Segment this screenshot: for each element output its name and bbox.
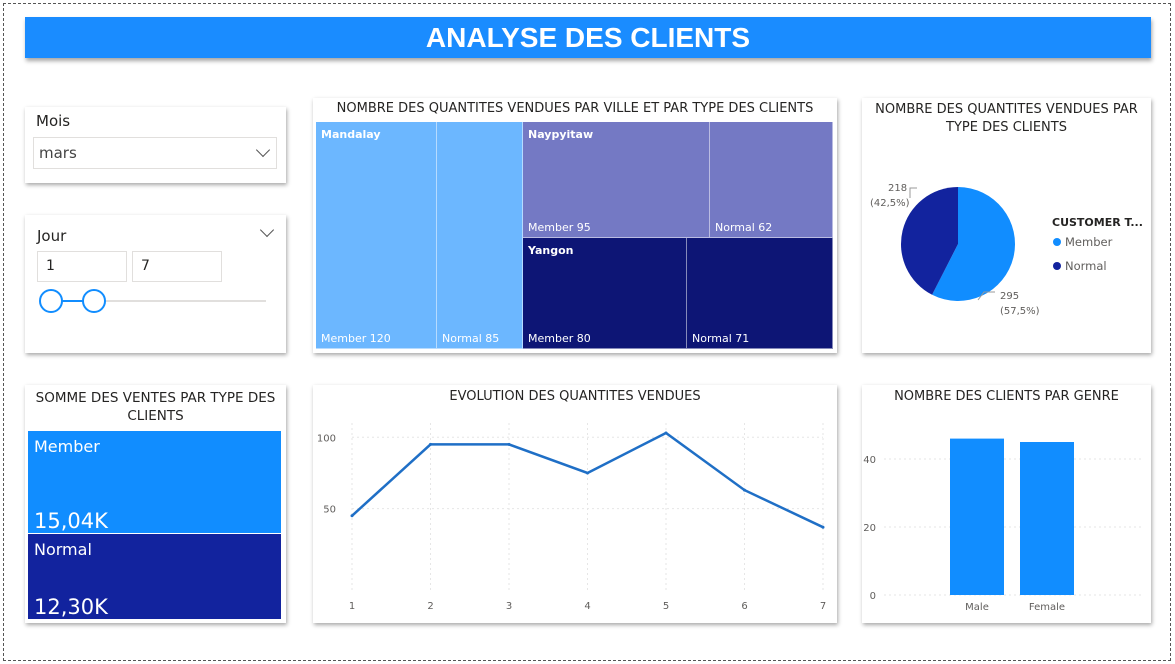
- bar-xtick-label: Female: [1029, 602, 1065, 613]
- pie-percent-label-normal: (42,5%): [870, 198, 910, 209]
- line-xtick-label: 6: [741, 601, 747, 612]
- chevron-down-icon[interactable]: [255, 142, 271, 158]
- line-card: EVOLUTION DES QUANTITES VENDUES 50 100 1 2 3…: [313, 385, 837, 623]
- treemap-value-label: Member 120: [321, 332, 391, 345]
- chevron-down-icon[interactable]: [259, 222, 275, 238]
- day-slicer: Jour 1 7: [25, 215, 286, 353]
- line-xtick-label: 3: [506, 601, 512, 612]
- pie-legend-title: CUSTOMER T...: [1052, 216, 1143, 229]
- month-slicer: Mois mars: [25, 107, 286, 183]
- bar-female: [1020, 442, 1074, 595]
- day-range-slider[interactable]: [25, 283, 286, 323]
- treemap-tile-mandalay-member[interactable]: Mandalay Member 120: [316, 122, 437, 349]
- treemap-tile-yangon-normal[interactable]: Normal 71: [687, 238, 833, 349]
- treemap-city-label: Mandalay: [321, 128, 381, 141]
- line-ytick-label: 100: [317, 433, 336, 444]
- treemap-value-label: Normal 85: [442, 332, 500, 345]
- line-point: [507, 442, 511, 446]
- line-point: [821, 525, 825, 529]
- pie-legend-member[interactable]: Member: [1053, 235, 1112, 249]
- month-dropdown[interactable]: mars: [33, 137, 277, 169]
- kpi-normal-value: 12,30K: [34, 595, 108, 619]
- line-xtick-label: 4: [584, 601, 590, 612]
- line-point: [350, 514, 354, 518]
- day-max-input[interactable]: 7: [132, 251, 222, 282]
- line-xtick-label: 2: [427, 601, 433, 612]
- treemap-value-label: Member 95: [528, 221, 591, 234]
- treemap-city-label: Yangon: [528, 244, 574, 257]
- treemap-tile-yangon-member[interactable]: Yangon Member 80: [523, 238, 687, 349]
- kpi-member-label: Member: [34, 437, 100, 456]
- pie-percent-label-member: (57,5%): [1000, 306, 1040, 317]
- bar-ytick-label: 0: [870, 591, 876, 602]
- legend-dot-icon: [1053, 238, 1061, 246]
- pie-value-label-member: 295: [1000, 291, 1019, 302]
- pie-card: NOMBRE DES QUANTITES VENDUES PAR TYPE DE…: [862, 98, 1151, 353]
- line-xtick-label: 7: [820, 601, 826, 612]
- day-min-input[interactable]: 1: [37, 251, 127, 282]
- kpi-title: SOMME DES VENTES PAR TYPE DES CLIENTS: [35, 390, 276, 424]
- line-point: [586, 471, 589, 475]
- kpi-member-tile[interactable]: Member 15,04K: [28, 431, 281, 533]
- treemap-card: NOMBRE DES QUANTITES VENDUES PAR VILLE E…: [313, 98, 837, 353]
- kpi-member-value: 15,04K: [34, 509, 108, 533]
- bar-ytick-label: 40: [863, 455, 876, 466]
- bar-card: NOMBRE DES CLIENTS PAR GENRE 0 20 40 Male Fe…: [862, 385, 1151, 623]
- kpi-normal-label: Normal: [34, 540, 92, 559]
- treemap-tile-mandalay-normal[interactable]: Normal 85: [437, 122, 523, 349]
- month-slicer-label: Mois: [36, 112, 71, 130]
- treemap-tile-naypyitaw-normal[interactable]: Normal 62: [710, 122, 833, 238]
- line-point: [743, 488, 746, 492]
- pie-legend-normal-label: Normal: [1065, 259, 1107, 273]
- slider-handle-min: [39, 289, 63, 313]
- treemap-tile-naypyitaw-member[interactable]: Naypyitaw Member 95: [523, 122, 710, 238]
- pie-legend-member-label: Member: [1065, 235, 1113, 249]
- bar-xtick-label: Male: [965, 602, 989, 613]
- slider-handle-max: [82, 289, 106, 313]
- treemap-value-label: Member 80: [528, 332, 591, 345]
- pie-value-label-normal: 218: [888, 183, 907, 194]
- line-point: [664, 431, 668, 435]
- bar-chart: 0 20 40 Male Female: [863, 438, 1142, 613]
- line-ytick-label: 50: [323, 505, 336, 516]
- treemap-value-label: Normal 71: [692, 332, 750, 345]
- kpi-normal-tile[interactable]: Normal 12,30K: [28, 534, 281, 619]
- line-chart: 50 100 1 2 3 4 5 6 7: [317, 423, 826, 612]
- legend-dot-icon: [1053, 262, 1061, 270]
- bar-ytick-label: 20: [863, 523, 876, 534]
- pie-leader-line-normal: [909, 187, 917, 198]
- day-slicer-label: Jour: [37, 227, 67, 245]
- line-xtick-label: 5: [663, 601, 669, 612]
- bar-male: [950, 438, 1004, 595]
- line-point: [429, 442, 432, 446]
- treemap-city-label: Naypyitaw: [528, 128, 594, 141]
- pie-legend-normal[interactable]: Normal: [1053, 259, 1107, 273]
- treemap-value-label: Normal 62: [715, 221, 773, 234]
- treemap-title: NOMBRE DES QUANTITES VENDUES PAR VILLE E…: [336, 101, 814, 116]
- kpi-card: SOMME DES VENTES PAR TYPE DES CLIENTS Me…: [25, 385, 286, 623]
- month-dropdown-value: mars: [39, 144, 77, 162]
- line-xtick-label: 1: [349, 601, 355, 612]
- page-title: ANALYSE DES CLIENTS: [25, 17, 1151, 58]
